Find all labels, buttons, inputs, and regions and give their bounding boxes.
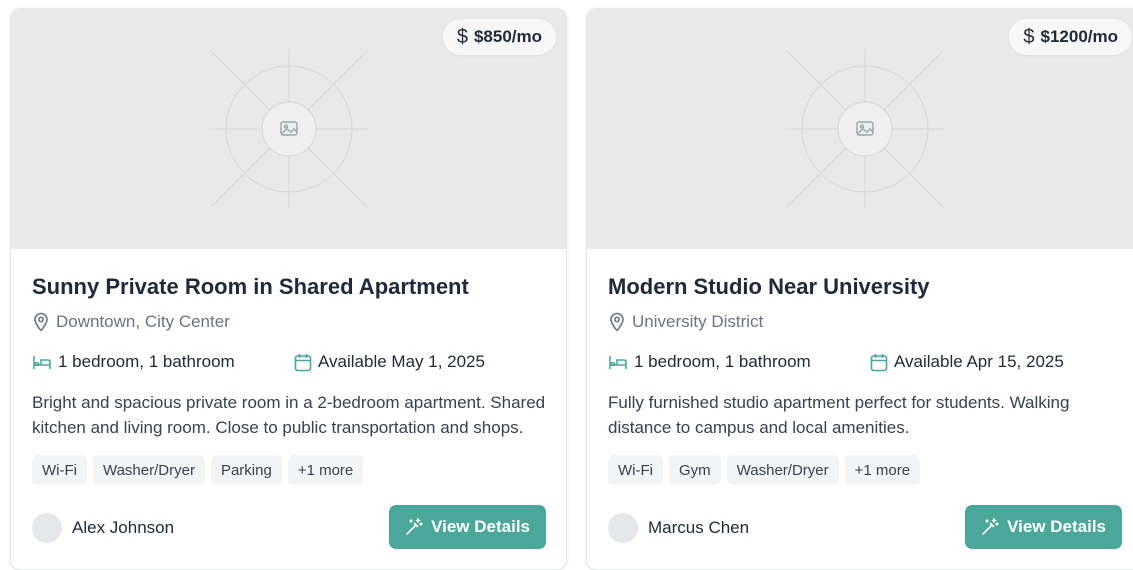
availability-info: Available May 1, 2025 (294, 352, 485, 372)
owner-name: Alex Johnson (72, 518, 175, 537)
view-details-label: View Details (431, 517, 530, 536)
more-amenities-tag[interactable]: +1 more (844, 455, 921, 485)
listing-title[interactable]: Modern Studio Near University (608, 274, 930, 300)
availability-info: Available Apr 15, 2025 (870, 352, 1064, 372)
view-details-label: View Details (1007, 517, 1106, 536)
availability-label: Available Apr 15, 2025 (894, 352, 1064, 371)
listing-location: University District (608, 312, 763, 332)
price-label: $1200/mo (1040, 27, 1119, 46)
magic-wand-icon (981, 518, 999, 536)
amenity-tag: Gym (668, 455, 721, 485)
rooms-info: 1 bedroom, 1 bathroom (608, 352, 811, 372)
amenity-tags: Wi-Fi Gym Washer/Dryer +1 more (608, 455, 921, 485)
listing-location: Downtown, City Center (32, 312, 230, 332)
view-details-button[interactable]: View Details (389, 505, 546, 549)
more-amenities-tag[interactable]: +1 more (287, 455, 364, 485)
map-pin-icon (608, 312, 626, 332)
rooms-info: 1 bedroom, 1 bathroom (32, 352, 235, 372)
dollar-icon: $ (1023, 25, 1035, 48)
amenity-tag: Wi-Fi (608, 455, 663, 485)
owner-info: Marcus Chen (608, 513, 749, 543)
amenity-tags: Wi-Fi Washer/Dryer Parking +1 more (32, 455, 364, 485)
price-label: $850/mo (473, 27, 542, 46)
view-details-button[interactable]: View Details (965, 505, 1122, 549)
availability-label: Available May 1, 2025 (318, 352, 485, 371)
location-label: University District (632, 312, 764, 331)
rooms-label: 1 bedroom, 1 bathroom (58, 352, 235, 371)
listing-title[interactable]: Sunny Private Room in Shared Apartment (32, 274, 469, 300)
amenity-tag: Washer/Dryer (726, 455, 839, 485)
bed-icon (32, 353, 52, 371)
calendar-icon (294, 353, 312, 372)
owner-name: Marcus Chen (648, 518, 750, 537)
amenity-tag: Wi-Fi (32, 455, 87, 485)
listing-description: Bright and spacious private room in a 2-… (32, 393, 546, 437)
owner-info: Alex Johnson (32, 513, 174, 543)
magic-wand-icon (405, 518, 423, 536)
amenity-tag: Washer/Dryer (92, 455, 205, 485)
listing-image-placeholder: $ $1200/mo (587, 9, 1133, 249)
bed-icon (608, 353, 628, 371)
location-label: Downtown, City Center (56, 312, 230, 331)
listing-card[interactable]: $ $1200/mo Modern Studio Near University… (586, 8, 1133, 570)
amenity-tag: Parking (210, 455, 282, 485)
dollar-icon: $ (456, 25, 468, 48)
listing-image-placeholder: $ $850/mo (11, 9, 566, 249)
calendar-icon (870, 353, 888, 372)
avatar (32, 513, 62, 543)
avatar (608, 513, 638, 543)
listing-card[interactable]: $ $850/mo Sunny Private Room in Shared A… (10, 8, 567, 570)
price-badge: $ $1200/mo (1009, 19, 1132, 55)
price-badge: $ $850/mo (442, 19, 556, 55)
map-pin-icon (32, 312, 50, 332)
rooms-label: 1 bedroom, 1 bathroom (634, 352, 811, 371)
listing-description: Fully furnished studio apartment perfect… (608, 393, 1070, 437)
